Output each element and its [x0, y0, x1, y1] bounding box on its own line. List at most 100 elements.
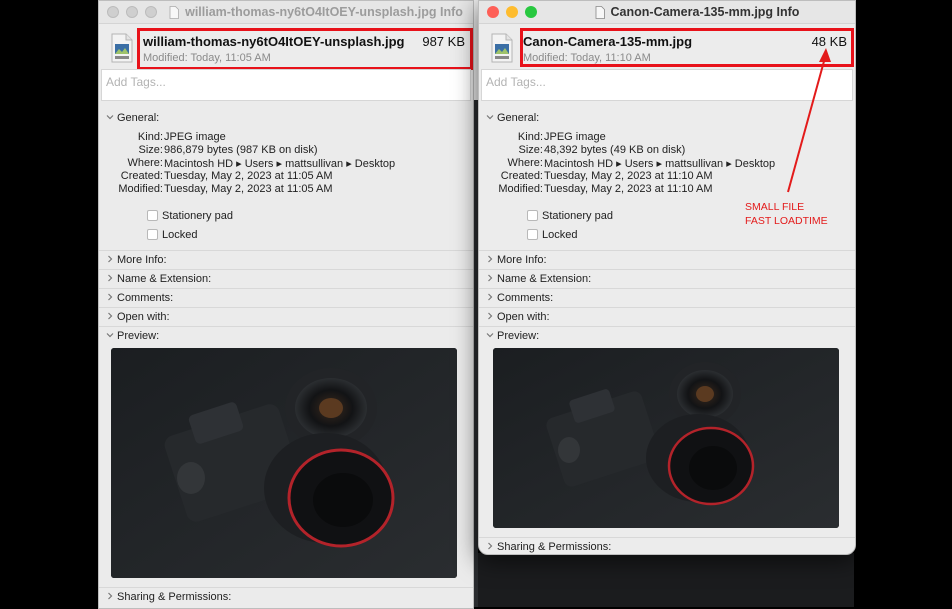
chevron-right-icon: [108, 293, 113, 301]
zoom-button[interactable]: [525, 6, 537, 18]
section-label: More Info:: [117, 254, 167, 266]
created-value: Tuesday, May 2, 2023 at 11:10 AM: [544, 170, 713, 182]
section-label: Sharing & Permissions:: [117, 591, 232, 603]
section-preview[interactable]: Preview:: [99, 326, 473, 346]
size-row: Size: 986,879 bytes (987 KB on disk): [99, 144, 469, 157]
section-label: General:: [117, 112, 160, 124]
locked-checkbox[interactable]: [147, 229, 158, 240]
section-preview[interactable]: Preview:: [479, 326, 855, 346]
section-more-info[interactable]: More Info:: [479, 250, 855, 270]
section-comments[interactable]: Comments:: [479, 288, 855, 308]
image-preview: [493, 348, 839, 528]
section-open-with[interactable]: Open with:: [99, 307, 473, 327]
chevron-down-icon: [106, 333, 114, 338]
section-label: Preview:: [497, 330, 540, 342]
section-general[interactable]: General:: [99, 109, 473, 128]
locked-label: Locked: [162, 229, 198, 241]
modified-key: Modified:: [498, 183, 543, 195]
section-label: Sharing & Permissions:: [497, 541, 612, 553]
section-sharing-permissions[interactable]: Sharing & Permissions:: [479, 537, 855, 554]
section-label: More Info:: [497, 254, 547, 266]
minimize-button[interactable]: [126, 6, 138, 18]
created-key: Created:: [120, 170, 163, 182]
minimize-button[interactable]: [506, 6, 518, 18]
section-open-with[interactable]: Open with:: [479, 307, 855, 327]
jpeg-document-icon: [111, 33, 133, 63]
stationery-pad-checkbox[interactable]: [527, 210, 538, 221]
section-label: Open with:: [117, 311, 170, 323]
where-value: Macintosh HD ▸ Users ▸ mattsullivan ▸ De…: [164, 158, 396, 170]
section-more-info[interactable]: More Info:: [99, 250, 473, 270]
chevron-right-icon: [488, 274, 493, 282]
modified-key: Modified:: [118, 183, 163, 195]
section-label: Name & Extension:: [497, 273, 592, 285]
stationery-pad-checkbox[interactable]: [147, 210, 158, 221]
size-value: 48,392 bytes (49 KB on disk): [544, 144, 686, 156]
section-comments[interactable]: Comments:: [99, 288, 473, 308]
section-label: Open with:: [497, 311, 550, 323]
camera-photo: [111, 348, 457, 578]
locked-label: Locked: [542, 229, 578, 241]
kind-key: Kind:: [137, 131, 163, 143]
where-row: Where: Macintosh HD ▸ Users ▸ mattsulliva…: [99, 157, 469, 170]
chevron-down-icon: [486, 333, 494, 338]
kind-key: Kind:: [517, 131, 543, 143]
window-title-wrap: william-thomas-ny6tO4ItOEY-unsplash.jpg …: [165, 4, 467, 20]
section-label: Comments:: [117, 292, 174, 304]
section-label: Preview:: [117, 330, 160, 342]
section-label: General:: [497, 112, 540, 124]
section-name-extension[interactable]: Name & Extension:: [479, 269, 855, 289]
size-key: Size:: [518, 144, 543, 156]
jpeg-document-icon: [491, 33, 513, 63]
modified-value: Tuesday, May 2, 2023 at 11:05 AM: [164, 183, 333, 195]
modified-row: Modified: Tuesday, May 2, 2023 at 11:05 A…: [99, 183, 469, 196]
modified-value: Tuesday, May 2, 2023 at 11:10 AM: [544, 183, 713, 195]
highlight-box: [137, 28, 473, 70]
where-key: Where:: [127, 157, 163, 169]
where-key: Where:: [507, 157, 543, 169]
window-title: william-thomas-ny6tO4ItOEY-unsplash.jpg …: [185, 5, 463, 19]
section-sharing-permissions[interactable]: Sharing & Permissions:: [99, 587, 473, 607]
close-button[interactable]: [487, 6, 499, 18]
title-bar: william-thomas-ny6tO4ItOEY-unsplash.jpg …: [99, 1, 473, 24]
created-value: Tuesday, May 2, 2023 at 11:05 AM: [164, 170, 333, 182]
camera-photo: [493, 348, 839, 528]
background-desktop-bottom: [478, 553, 854, 607]
chevron-right-icon: [108, 255, 113, 263]
kind-row: Kind: JPEG image: [99, 131, 469, 144]
kind-value: JPEG image: [164, 131, 226, 143]
tags-field[interactable]: Add Tags...: [101, 69, 471, 101]
stationery-pad-label: Stationery pad: [162, 210, 233, 222]
chevron-right-icon: [488, 293, 493, 301]
chevron-right-icon: [108, 312, 113, 320]
section-label: Comments:: [497, 292, 554, 304]
chevron-right-icon: [488, 255, 493, 263]
locked-checkbox[interactable]: [527, 229, 538, 240]
chevron-right-icon: [488, 312, 493, 320]
created-row: Created: Tuesday, May 2, 2023 at 11:05 AM: [99, 170, 469, 183]
image-preview: [111, 348, 457, 578]
annotation-line-1: SMALL FILE: [745, 201, 805, 213]
document-icon: [595, 5, 605, 19]
chevron-right-icon: [488, 542, 493, 550]
annotation-arrow: [787, 48, 831, 193]
annotation-text: SMALL FILE FAST LOADTIME: [745, 200, 828, 228]
chevron-down-icon: [486, 115, 494, 120]
chevron-right-icon: [108, 274, 113, 282]
zoom-button[interactable]: [145, 6, 157, 18]
size-value: 986,879 bytes (987 KB on disk): [164, 144, 318, 156]
size-key: Size:: [138, 144, 163, 156]
section-label: Name & Extension:: [117, 273, 212, 285]
window-title: Canon-Camera-135-mm.jpg Info: [610, 5, 800, 19]
annotation-line-2: FAST LOADTIME: [745, 215, 828, 227]
created-key: Created:: [500, 170, 543, 182]
section-name-extension[interactable]: Name & Extension:: [99, 269, 473, 289]
window-title-wrap: Canon-Camera-135-mm.jpg Info: [545, 4, 849, 20]
close-button[interactable]: [107, 6, 119, 18]
chevron-down-icon: [106, 115, 114, 120]
document-icon: [169, 5, 179, 19]
chevron-right-icon: [108, 592, 113, 600]
title-bar: Canon-Camera-135-mm.jpg Info: [479, 1, 855, 24]
stationery-pad-label: Stationery pad: [542, 210, 613, 222]
kind-value: JPEG image: [544, 131, 606, 143]
